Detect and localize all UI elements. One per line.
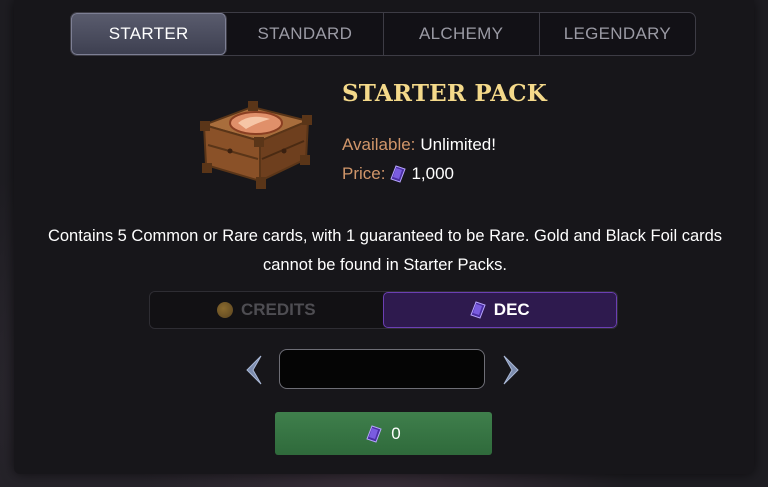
dec-option[interactable]: DEC	[382, 292, 617, 328]
dec-gem-icon	[470, 301, 486, 319]
price-label: Price:	[342, 164, 386, 183]
tab-starter[interactable]: STARTER	[71, 13, 228, 55]
tab-standard[interactable]: STANDARD	[227, 13, 384, 55]
pack-description: Contains 5 Common or Rare cards, with 1 …	[47, 227, 723, 274]
starter-pack-image	[200, 101, 312, 189]
buy-button[interactable]: 0	[275, 412, 492, 455]
tab-legendary[interactable]: LEGENDARY	[540, 13, 695, 55]
increase-quantity-arrow-icon[interactable]	[502, 354, 524, 386]
buy-amount: 0	[391, 423, 401, 443]
currency-selector: CREDITS DEC	[149, 291, 618, 329]
price-value: 1,000	[411, 164, 455, 183]
quantity-input[interactable]	[279, 349, 485, 389]
dec-label: DEC	[493, 300, 530, 319]
pack-tabs: STARTER STANDARD ALCHEMY LEGENDARY	[70, 12, 696, 56]
pack-title: STARTER PACK	[342, 80, 547, 107]
available-label: Available:	[342, 135, 416, 154]
dec-gem-icon	[366, 424, 382, 443]
price-row: Price: 1,000	[342, 164, 454, 184]
dec-gem-icon	[390, 165, 407, 183]
decrease-quantity-arrow-icon[interactable]	[241, 354, 263, 386]
availability-row: Available: Unlimited!	[342, 135, 496, 155]
available-value: Unlimited!	[420, 135, 496, 154]
credits-option[interactable]: CREDITS	[150, 292, 383, 328]
credits-coin-icon	[216, 302, 233, 318]
tab-alchemy[interactable]: ALCHEMY	[384, 13, 540, 55]
credits-label: CREDITS	[240, 300, 316, 319]
